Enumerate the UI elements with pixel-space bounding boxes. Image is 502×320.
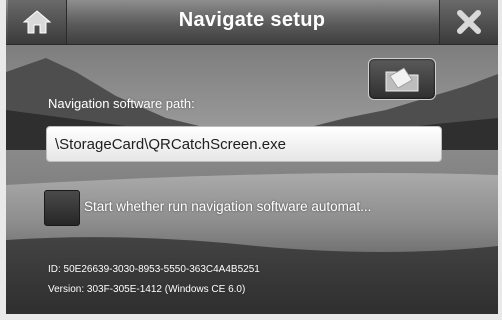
navigation-path-value: \StorageCard\QRCatchScreen.exe	[55, 135, 286, 153]
autostart-label[interactable]: Start whether run navigation software au…	[84, 199, 371, 214]
navigation-path-label: Navigation software path:	[48, 96, 195, 111]
close-icon	[457, 10, 481, 34]
autostart-checkbox[interactable]	[44, 190, 80, 226]
title-bar: Navigate setup	[6, 0, 498, 45]
navigate-setup-screen: Navigate setup Navigation software path:…	[6, 0, 498, 314]
folder-icon	[385, 67, 419, 92]
browse-folder-button[interactable]	[368, 58, 436, 100]
close-button[interactable]	[439, 0, 498, 44]
page-title: Navigate setup	[178, 9, 326, 31]
device-id-text: ID: 50E26639-3030-8953-5550-363C4A4B5251	[48, 264, 260, 275]
version-text: Version: 303F-305E-1412 (Windows CE 6.0)	[48, 284, 246, 295]
navigation-path-field[interactable]: \StorageCard\QRCatchScreen.exe	[46, 126, 442, 162]
